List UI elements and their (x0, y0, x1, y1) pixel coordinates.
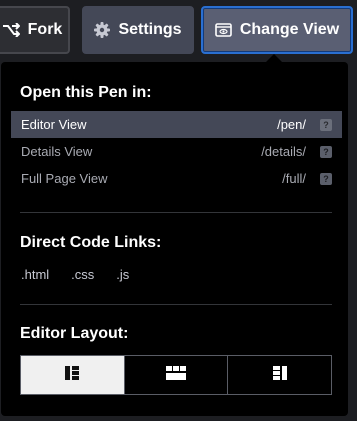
fork-button[interactable]: Fork (0, 6, 70, 54)
open-pen-in-heading: Open this Pen in: (20, 84, 152, 101)
layout-top-icon (166, 365, 186, 385)
layout-right-icon (272, 365, 287, 385)
layout-left-button[interactable] (21, 356, 124, 394)
divider (20, 212, 332, 213)
dropdown-caret (266, 54, 282, 62)
change-view-button[interactable]: Change View (201, 6, 353, 54)
help-icon[interactable]: ? (320, 118, 332, 131)
layout-top-button[interactable] (123, 356, 228, 394)
css-link[interactable]: .css (71, 267, 94, 282)
change-view-label: Change View (239, 21, 340, 38)
view-option-label: Editor View (21, 117, 87, 132)
editor-layout-switcher (20, 355, 332, 395)
settings-button[interactable]: Settings (82, 6, 194, 54)
code-links: .html .css .js (21, 267, 129, 282)
change-view-dropdown: Open this Pen in: Editor View /pen/ ? De… (1, 54, 348, 416)
js-link[interactable]: .js (116, 267, 129, 282)
divider (20, 304, 332, 305)
fork-icon (2, 23, 20, 37)
settings-label: Settings (118, 21, 182, 38)
view-option-full-page[interactable]: Full Page View /full/ ? (11, 165, 342, 192)
layout-left-icon (65, 365, 80, 385)
view-option-details[interactable]: Details View /details/ ? (11, 138, 342, 165)
view-option-path: /pen/ (277, 117, 306, 132)
help-icon[interactable]: ? (320, 172, 332, 185)
view-option-label: Details View (21, 144, 93, 159)
view-option-label: Full Page View (21, 171, 108, 186)
fork-label: Fork (27, 21, 63, 38)
editor-layout-heading: Editor Layout: (20, 325, 129, 342)
html-link[interactable]: .html (21, 267, 49, 282)
direct-code-links-heading: Direct Code Links: (20, 234, 162, 251)
view-option-editor[interactable]: Editor View /pen/ ? (11, 111, 342, 138)
gear-icon (94, 22, 111, 38)
view-option-path: /full/ (282, 171, 306, 186)
view-icon (215, 23, 232, 37)
view-option-path: /details/ (261, 144, 306, 159)
layout-right-button[interactable] (227, 356, 331, 394)
help-icon[interactable]: ? (320, 145, 332, 158)
